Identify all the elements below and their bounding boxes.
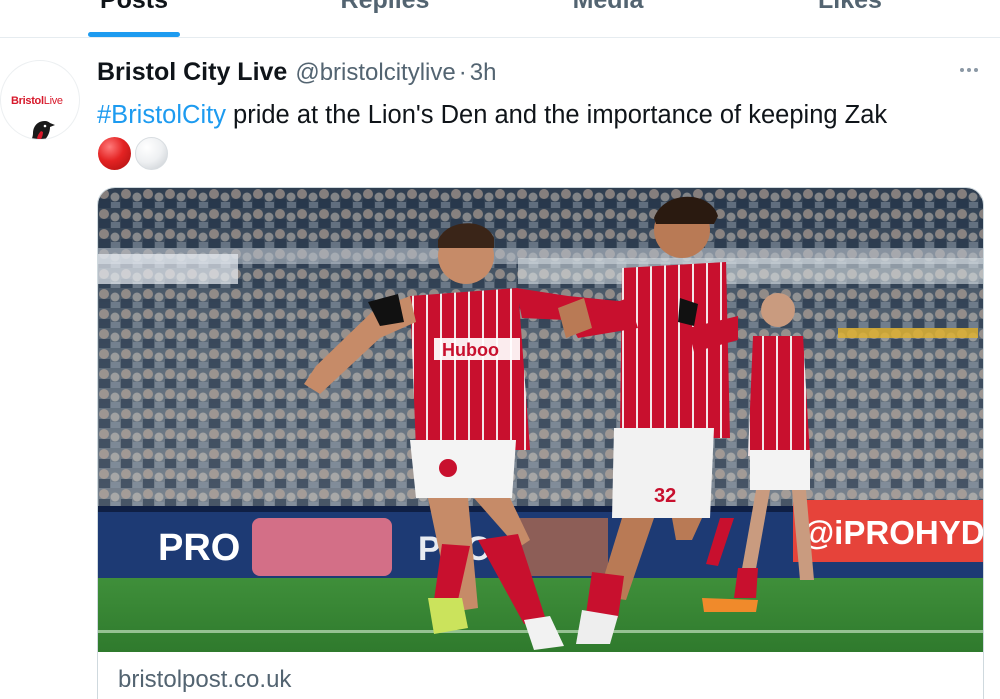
more-options-icon[interactable] [952,60,986,80]
tweet-text: #BristolCity pride at the Lion's Den and… [97,98,987,132]
red-circle-emoji-icon [98,136,131,170]
hashtag-link[interactable]: #BristolCity [97,101,226,129]
timestamp[interactable]: 3h [470,59,497,87]
tab-media[interactable]: Media [548,0,668,38]
card-image[interactable]: PRO PRO @iPROHYD [98,188,984,652]
shirt-sponsor-text: Huboo [442,340,499,360]
active-tab-indicator [88,32,180,37]
ad-board-text-3: @iPROHYD [802,514,984,551]
tab-posts[interactable]: Posts [88,0,180,38]
robin-logo-icon [31,121,55,139]
link-preview-card[interactable]: PRO PRO @iPROHYD [97,187,984,699]
tab-likes[interactable]: Likes [800,0,900,38]
user-handle[interactable]: @bristolcitylive [295,59,455,87]
avatar-brand-logo: BristolLive [11,95,63,107]
tab-replies[interactable]: Replies [310,0,460,38]
tab-posts-label: Posts [99,0,169,14]
tab-media-label: Media [572,0,644,14]
football-celebration-photo: PRO PRO @iPROHYD [98,188,984,652]
tab-replies-label: Replies [340,0,430,14]
ad-board-text: PRO [158,527,240,569]
profile-tabs: Posts Replies Media Likes [0,0,1000,38]
tab-likes-label: Likes [818,0,882,14]
tweet-header: Bristol City Live @bristolcitylive · 3h [97,58,496,90]
separator-dot: · [458,59,467,86]
display-name[interactable]: Bristol City Live [97,58,287,87]
card-domain[interactable]: bristolpost.co.uk [118,666,291,694]
avatar[interactable]: BristolLive [0,60,80,140]
shirt-number-text: 32 [654,485,676,507]
tweet[interactable]: BristolLive Bristol City Live @bristolci… [0,38,1000,699]
tweet-text-body: pride at the Lion's Den and the importan… [225,101,888,129]
emoji-line [98,136,168,170]
white-circle-emoji-icon [135,136,168,170]
